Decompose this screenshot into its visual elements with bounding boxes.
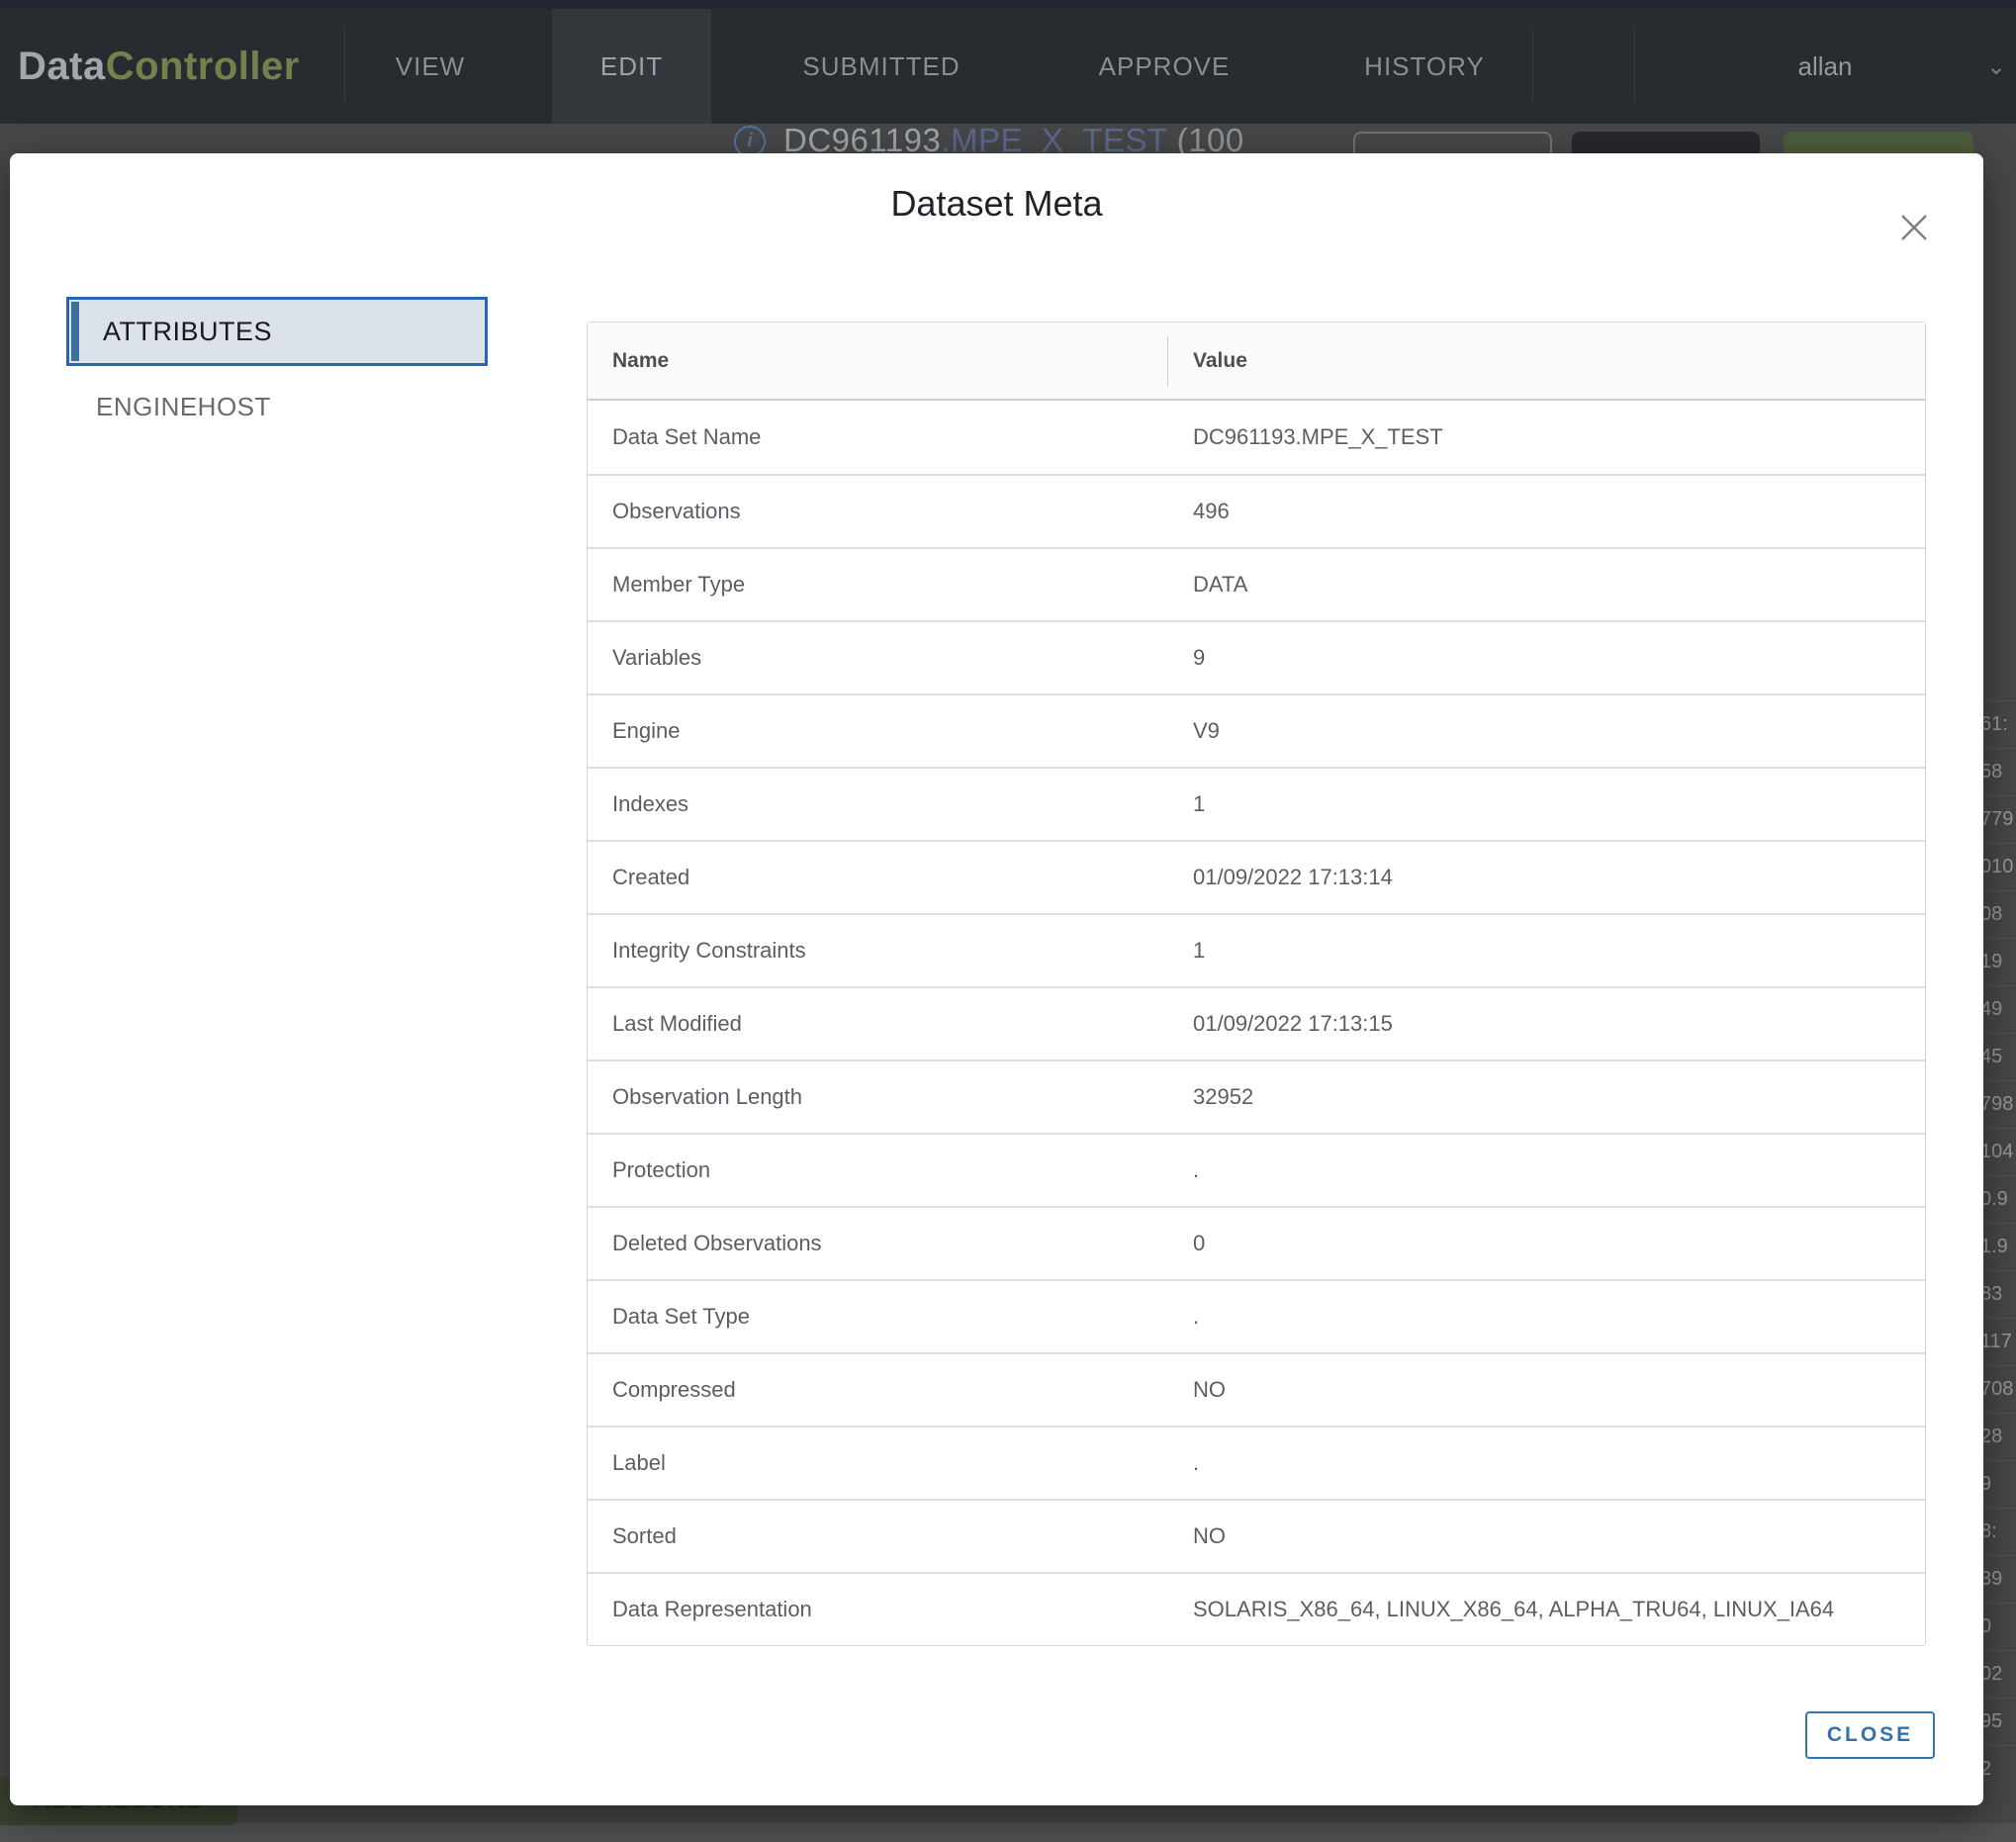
row-name: Data Set Type	[588, 1304, 1167, 1330]
attributes-table: Name Value Data Set NameDC961193.MPE_X_T…	[587, 322, 1926, 1646]
row-value: DC961193.MPE_X_TEST	[1167, 413, 1925, 462]
row-value: 9	[1167, 633, 1925, 683]
active-tab-accent-bar	[71, 302, 79, 361]
nav-divider	[344, 30, 345, 101]
row-value: .	[1167, 1292, 1925, 1341]
column-divider	[1167, 335, 1168, 386]
row-value: NO	[1167, 1365, 1925, 1415]
row-value: 1	[1167, 926, 1925, 975]
close-button[interactable]: CLOSE	[1805, 1711, 1935, 1759]
row-name: Sorted	[588, 1523, 1167, 1549]
row-value: 0	[1167, 1219, 1925, 1268]
row-value: .	[1167, 1146, 1925, 1195]
row-value: SOLARIS_X86_64, LINUX_X86_64, ALPHA_TRU6…	[1167, 1585, 1925, 1634]
table-row: Indexes1	[588, 767, 1925, 840]
row-value: 496	[1167, 487, 1925, 536]
row-name: Protection	[588, 1157, 1167, 1183]
dataset-meta-modal: Dataset Meta ATTRIBUTES ENGINEHOST Name …	[10, 153, 1983, 1805]
nav-item-edit[interactable]: EDIT	[552, 9, 711, 124]
row-value: V9	[1167, 706, 1925, 756]
row-name: Created	[588, 865, 1167, 890]
nav-item-approve[interactable]: APPROVE	[1024, 9, 1305, 124]
table-row: Last Modified01/09/2022 17:13:15	[588, 986, 1925, 1059]
row-name: Observation Length	[588, 1084, 1167, 1110]
dataset-reference: DC961193.MPE_X_TEST (100	[783, 124, 1244, 153]
table-row: Created01/09/2022 17:13:14	[588, 840, 1925, 913]
table-row: Protection.	[588, 1133, 1925, 1206]
close-button-x[interactable]	[1891, 205, 1937, 250]
tab-enginehost[interactable]: ENGINEHOST	[66, 381, 488, 432]
table-row: SortedNO	[588, 1499, 1925, 1572]
row-value: NO	[1167, 1512, 1925, 1561]
background-dark-button[interactable]	[1572, 132, 1760, 153]
user-menu[interactable]: allan	[1721, 9, 1929, 124]
table-row: Integrity Constraints1	[588, 913, 1925, 986]
row-name: Last Modified	[588, 1011, 1167, 1037]
column-header-value: Value	[1167, 349, 1925, 373]
tab-attributes-label: ATTRIBUTES	[103, 317, 272, 347]
nav-item-view[interactable]: VIEW	[346, 9, 514, 124]
column-header-name: Name	[588, 349, 1167, 373]
table-row: EngineV9	[588, 693, 1925, 767]
table-body: Data Set NameDC961193.MPE_X_TESTObservat…	[588, 401, 1925, 1645]
row-name: Compressed	[588, 1377, 1167, 1403]
table-header-row: Name Value	[588, 322, 1925, 401]
row-name: Integrity Constraints	[588, 938, 1167, 964]
tab-enginehost-label: ENGINEHOST	[96, 392, 271, 422]
row-value: .	[1167, 1438, 1925, 1488]
row-name: Indexes	[588, 791, 1167, 817]
row-name: Observations	[588, 499, 1167, 524]
table-row: Deleted Observations0	[588, 1206, 1925, 1279]
table-row: Data Set Type.	[588, 1279, 1925, 1352]
tab-attributes[interactable]: ATTRIBUTES	[66, 297, 488, 366]
row-value: DATA	[1167, 560, 1925, 609]
row-name: Member Type	[588, 572, 1167, 598]
info-icon[interactable]: i	[734, 126, 766, 153]
modal-title: Dataset Meta	[10, 183, 1983, 225]
table-row: Observation Length32952	[588, 1059, 1925, 1133]
dataset-libref: DC961193	[783, 124, 941, 153]
dataset-name: .MPE_X_TEST	[941, 124, 1167, 153]
nav-item-history[interactable]: HISTORY	[1284, 9, 1565, 124]
table-row: CompressedNO	[588, 1352, 1925, 1426]
app-logo[interactable]: DataController	[18, 9, 300, 124]
row-value: 01/09/2022 17:13:14	[1167, 853, 1925, 902]
table-row: Data RepresentationSOLARIS_X86_64, LINUX…	[588, 1572, 1925, 1645]
nav-divider	[1532, 30, 1533, 101]
nav-divider	[1634, 30, 1635, 101]
table-row: Member TypeDATA	[588, 547, 1925, 620]
row-name: Data Set Name	[588, 424, 1167, 450]
row-value: 32952	[1167, 1072, 1925, 1122]
table-row: Data Set NameDC961193.MPE_X_TEST	[588, 401, 1925, 474]
background-outline-button[interactable]	[1353, 132, 1552, 153]
background-green-button[interactable]	[1784, 132, 1973, 153]
row-name: Engine	[588, 718, 1167, 744]
row-name: Variables	[588, 645, 1167, 671]
table-row: Observations496	[588, 474, 1925, 547]
row-name: Label	[588, 1450, 1167, 1476]
app-logo-part1: Data	[18, 45, 106, 89]
row-value: 1	[1167, 780, 1925, 829]
app-logo-part2: Controller	[106, 45, 300, 89]
table-row: Label.	[588, 1426, 1925, 1499]
row-value: 01/09/2022 17:13:15	[1167, 999, 1925, 1049]
chevron-down-icon: ⌄	[1986, 9, 2006, 124]
dataset-toolbar: i DC961193.MPE_X_TEST (100	[0, 124, 2016, 153]
browser-top-strip	[0, 0, 2016, 9]
background-footer	[0, 1823, 2016, 1842]
dataset-obs-count: (100	[1167, 124, 1244, 153]
row-name: Deleted Observations	[588, 1231, 1167, 1256]
close-icon	[1899, 213, 1929, 242]
row-name: Data Representation	[588, 1597, 1167, 1622]
nav-item-submitted[interactable]: SUBMITTED	[741, 9, 1022, 124]
table-row: Variables9	[588, 620, 1925, 693]
